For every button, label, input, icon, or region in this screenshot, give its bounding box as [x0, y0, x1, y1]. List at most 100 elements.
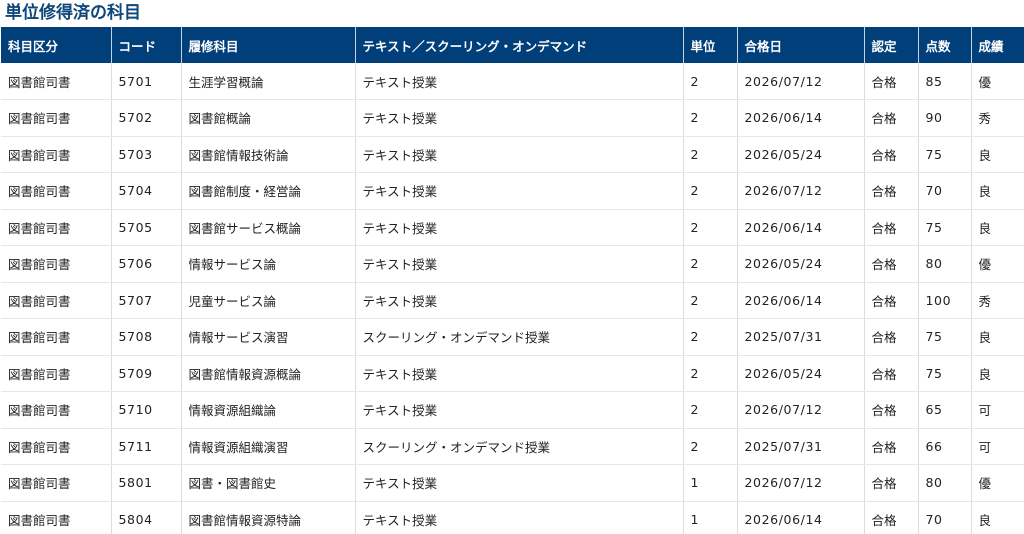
- approval-cell: 合格: [864, 428, 919, 465]
- score-cell: 75: [918, 136, 972, 173]
- grade-cell: 良: [971, 136, 1024, 173]
- category-cell: 図書館司書: [1, 209, 112, 246]
- table-row: 図書館司書 5707 児童サービス論 テキスト授業 2 2026/06/14 合格 100 秀: [1, 282, 1024, 319]
- category-cell: 図書館司書: [1, 245, 112, 283]
- completed-courses-table: 科目区分 コード 履修科目 テキスト／スクーリング・オンデマンド 単位 合格日 …: [1, 27, 1024, 534]
- category-cell: 図書館司書: [1, 428, 112, 465]
- course-name-cell: 児童サービス論: [181, 282, 356, 319]
- category-cell: 図書館司書: [1, 99, 112, 137]
- pass-date-cell: 2025/07/31: [737, 318, 865, 356]
- course-name-cell: 図書館制度・経営論: [181, 172, 356, 210]
- course-name-cell: 情報サービス演習: [181, 318, 356, 356]
- code-cell: 5711: [111, 428, 182, 465]
- pass-date-cell: 2026/06/14: [737, 99, 865, 137]
- code-cell: 5804: [111, 501, 182, 534]
- format-cell: テキスト授業: [355, 99, 684, 137]
- course-name-cell: 生涯学習概論: [181, 63, 356, 100]
- pass-date-cell: 2026/07/12: [737, 172, 865, 210]
- table-row: 図書館司書 5710 情報資源組織論 テキスト授業 2 2026/07/12 合格 65 可: [1, 391, 1024, 429]
- format-cell: テキスト授業: [355, 355, 684, 392]
- format-cell: テキスト授業: [355, 501, 684, 534]
- table-row: 図書館司書 5704 図書館制度・経営論 テキスト授業 2 2026/07/12 合格 70 良: [1, 172, 1024, 210]
- column-header-format: テキスト／スクーリング・オンデマンド: [355, 27, 684, 63]
- grade-cell: 優: [971, 245, 1024, 283]
- score-cell: 75: [918, 209, 972, 246]
- category-cell: 図書館司書: [1, 318, 112, 356]
- code-cell: 5701: [111, 63, 182, 100]
- course-name-cell: 図書館情報資源概論: [181, 355, 356, 392]
- grade-cell: 良: [971, 355, 1024, 392]
- pass-date-cell: 2026/07/12: [737, 63, 865, 100]
- pass-date-cell: 2026/07/12: [737, 464, 865, 502]
- credits-cell: 2: [683, 172, 738, 210]
- table-row: 図書館司書 5701 生涯学習概論 テキスト授業 2 2026/07/12 合格 85 優: [1, 63, 1024, 100]
- category-cell: 図書館司書: [1, 391, 112, 429]
- pass-date-cell: 2026/06/14: [737, 209, 865, 246]
- course-name-cell: 情報資源組織論: [181, 391, 356, 429]
- format-cell: スクーリング・オンデマンド授業: [355, 318, 684, 356]
- page-title: 単位修得済の科目: [5, 3, 141, 23]
- course-name-cell: 図書・図書館史: [181, 464, 356, 502]
- grade-cell: 良: [971, 501, 1024, 534]
- score-cell: 75: [918, 355, 972, 392]
- pass-date-cell: 2026/06/14: [737, 282, 865, 319]
- approval-cell: 合格: [864, 355, 919, 392]
- table-row: 図書館司書 5705 図書館サービス概論 テキスト授業 2 2026/06/14 合格 75 良: [1, 209, 1024, 246]
- category-cell: 図書館司書: [1, 136, 112, 173]
- pass-date-cell: 2026/05/24: [737, 136, 865, 173]
- column-header-score: 点数: [918, 27, 972, 63]
- grade-cell: 良: [971, 172, 1024, 210]
- credits-cell: 2: [683, 245, 738, 283]
- pass-date-cell: 2026/07/12: [737, 391, 865, 429]
- category-cell: 図書館司書: [1, 63, 112, 100]
- credits-cell: 1: [683, 501, 738, 534]
- code-cell: 5705: [111, 209, 182, 246]
- credits-cell: 2: [683, 355, 738, 392]
- format-cell: テキスト授業: [355, 63, 684, 100]
- column-header-pass-date: 合格日: [737, 27, 865, 63]
- pass-date-cell: 2026/05/24: [737, 355, 865, 392]
- credits-cell: 1: [683, 464, 738, 502]
- course-name-cell: 情報サービス論: [181, 245, 356, 283]
- format-cell: テキスト授業: [355, 282, 684, 319]
- code-cell: 5702: [111, 99, 182, 137]
- table-row: 図書館司書 5703 図書館情報技術論 テキスト授業 2 2026/05/24 合格 75 良: [1, 136, 1024, 173]
- score-cell: 66: [918, 428, 972, 465]
- code-cell: 5709: [111, 355, 182, 392]
- pass-date-cell: 2025/07/31: [737, 428, 865, 465]
- table-body: 図書館司書 5701 生涯学習概論 テキスト授業 2 2026/07/12 合格 85 優図書館…: [1, 63, 1024, 534]
- table-row: 図書館司書 5706 情報サービス論 テキスト授業 2 2026/05/24 合格 80 優: [1, 245, 1024, 283]
- course-name-cell: 図書館情報資源特論: [181, 501, 356, 534]
- grade-cell: 良: [971, 209, 1024, 246]
- score-cell: 100: [918, 282, 972, 319]
- format-cell: テキスト授業: [355, 209, 684, 246]
- credits-cell: 2: [683, 136, 738, 173]
- column-header-category: 科目区分: [1, 27, 112, 63]
- format-cell: テキスト授業: [355, 245, 684, 283]
- table-row: 図書館司書 5702 図書館概論 テキスト授業 2 2026/06/14 合格 90 秀: [1, 99, 1024, 137]
- pass-date-cell: 2026/06/14: [737, 501, 865, 534]
- credits-cell: 2: [683, 63, 738, 100]
- approval-cell: 合格: [864, 391, 919, 429]
- category-cell: 図書館司書: [1, 501, 112, 534]
- course-name-cell: 図書館情報技術論: [181, 136, 356, 173]
- category-cell: 図書館司書: [1, 464, 112, 502]
- table-row: 図書館司書 5709 図書館情報資源概論 テキスト授業 2 2026/05/24 合格 75 良: [1, 355, 1024, 392]
- pass-date-cell: 2026/05/24: [737, 245, 865, 283]
- grade-cell: 可: [971, 428, 1024, 465]
- approval-cell: 合格: [864, 63, 919, 100]
- score-cell: 70: [918, 501, 972, 534]
- grade-cell: 秀: [971, 99, 1024, 137]
- approval-cell: 合格: [864, 318, 919, 356]
- credits-cell: 2: [683, 428, 738, 465]
- approval-cell: 合格: [864, 245, 919, 283]
- column-header-credits: 単位: [683, 27, 738, 63]
- column-header-approval: 認定: [864, 27, 919, 63]
- code-cell: 5703: [111, 136, 182, 173]
- approval-cell: 合格: [864, 282, 919, 319]
- grade-cell: 可: [971, 391, 1024, 429]
- column-header-course: 履修科目: [181, 27, 356, 63]
- credits-cell: 2: [683, 282, 738, 319]
- column-header-code: コード: [111, 27, 182, 63]
- code-cell: 5708: [111, 318, 182, 356]
